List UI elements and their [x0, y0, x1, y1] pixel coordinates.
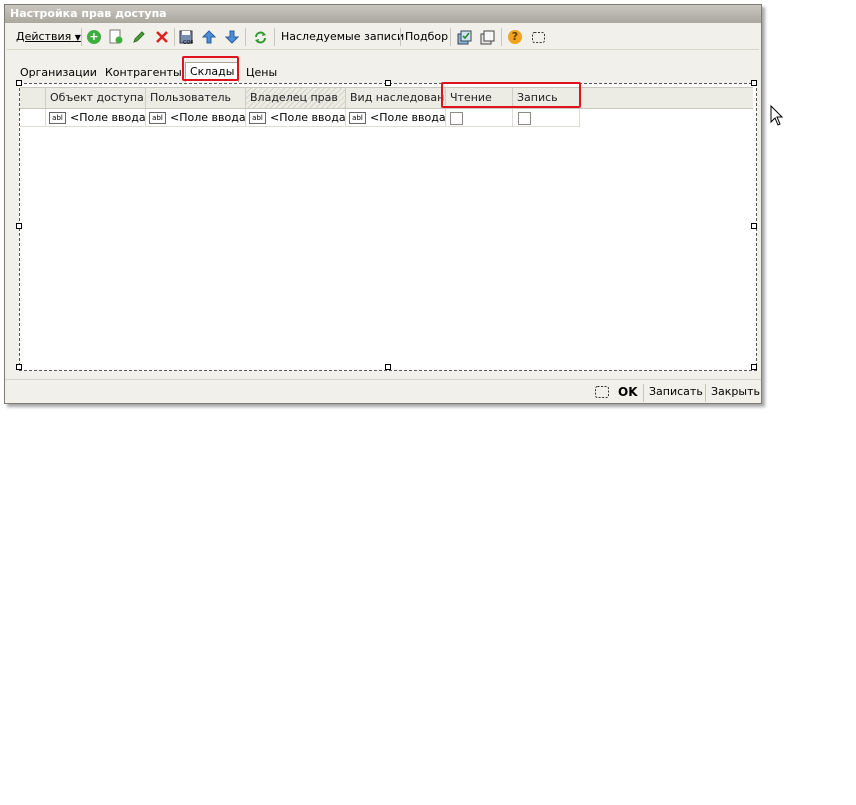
resize-handle[interactable] — [385, 364, 391, 370]
text-field-icon: abl — [49, 112, 66, 124]
read-write-columns-highlight — [441, 82, 581, 108]
copy-icon[interactable] — [107, 28, 125, 46]
dashed-frame-icon[interactable] — [593, 383, 611, 401]
toolbar-separator — [450, 28, 451, 46]
column-header-user[interactable]: Пользователь — [146, 88, 246, 108]
tab-prices[interactable]: Цены — [246, 65, 277, 81]
grid-settings-icon[interactable] — [455, 28, 473, 46]
resize-handle[interactable] — [751, 364, 757, 370]
cell-access-object[interactable]: abl<Поле ввода> — [46, 109, 146, 127]
toolbar-separator — [274, 28, 275, 46]
read-checkbox[interactable] — [450, 112, 463, 125]
dashed-frame-icon[interactable] — [529, 28, 547, 46]
cell-user[interactable]: abl<Поле ввода> — [146, 109, 246, 127]
toolbar-separator — [400, 28, 401, 46]
column-header-inheritance-type[interactable]: Вид наследован... — [346, 88, 446, 108]
access-table[interactable]: Объект доступа Пользователь Владелец пра… — [16, 80, 757, 371]
text-field-icon: abl — [149, 112, 166, 124]
toolbar-separator — [174, 28, 175, 46]
row-marker — [20, 109, 46, 127]
cell-write — [513, 109, 580, 127]
row-marker-header — [20, 88, 46, 108]
toolbar-separator — [501, 28, 502, 46]
help-icon[interactable]: ? — [506, 28, 524, 46]
actions-menu-button[interactable]: Действия ▼ — [16, 27, 81, 47]
column-header-access-object[interactable]: Объект доступа — [46, 88, 146, 108]
cell-rights-owner[interactable]: abl<Поле ввода> — [246, 109, 346, 127]
toolbar-separator — [81, 28, 82, 46]
tab-organizations[interactable]: Организации — [20, 65, 97, 81]
save-button[interactable]: Записать — [649, 384, 703, 400]
warehouses-tab-highlight — [182, 56, 239, 81]
chevron-down-icon: ▼ — [74, 33, 81, 42]
resize-handle[interactable] — [385, 80, 391, 86]
inherited-records-button[interactable]: Наследуемые записи — [281, 27, 404, 47]
close-button[interactable]: Закрыть — [711, 384, 760, 400]
cell-read — [446, 109, 513, 127]
resize-handle[interactable] — [16, 223, 22, 229]
footer-separator — [643, 384, 644, 402]
window-title: Настройка прав доступа — [5, 5, 761, 23]
tab-counterparties[interactable]: Контрагенты — [105, 65, 182, 81]
move-up-icon[interactable] — [200, 28, 218, 46]
table-header: Объект доступа Пользователь Владелец пра… — [20, 87, 753, 109]
selection-button[interactable]: Подбор — [405, 27, 448, 47]
footer-bar: OK Записать Закрыть — [5, 379, 761, 404]
edit-icon[interactable] — [130, 28, 148, 46]
toolbar-separator — [245, 28, 246, 46]
resize-handle[interactable] — [751, 80, 757, 86]
column-header-rights-owner[interactable]: Владелец прав — [246, 88, 346, 108]
text-field-icon: abl — [349, 112, 366, 124]
write-checkbox[interactable] — [518, 112, 531, 125]
svg-text:СОК: СОК — [183, 40, 193, 45]
ok-button[interactable]: OK — [618, 384, 638, 400]
resize-handle[interactable] — [16, 80, 22, 86]
table-row[interactable]: abl<Поле ввода> abl<Поле ввода> abl<Поле… — [20, 109, 580, 127]
cell-inheritance-type[interactable]: abl<Поле ввода> — [346, 109, 446, 127]
text-field-icon: abl — [249, 112, 266, 124]
toolbar: Действия ▼ + СОК Наследуемые записи Подб… — [7, 25, 759, 50]
resize-handle[interactable] — [751, 223, 757, 229]
refresh-icon[interactable] — [251, 28, 269, 46]
footer-separator — [705, 384, 706, 402]
access-rights-window: Настройка прав доступа Действия ▼ + СОК … — [4, 4, 762, 404]
mouse-cursor-icon — [770, 104, 784, 130]
save-copy-icon[interactable]: СОК — [177, 28, 195, 46]
resize-handle[interactable] — [16, 364, 22, 370]
add-icon[interactable]: + — [85, 28, 103, 46]
delete-icon[interactable] — [153, 28, 171, 46]
windows-icon[interactable] — [478, 28, 496, 46]
move-down-icon[interactable] — [223, 28, 241, 46]
